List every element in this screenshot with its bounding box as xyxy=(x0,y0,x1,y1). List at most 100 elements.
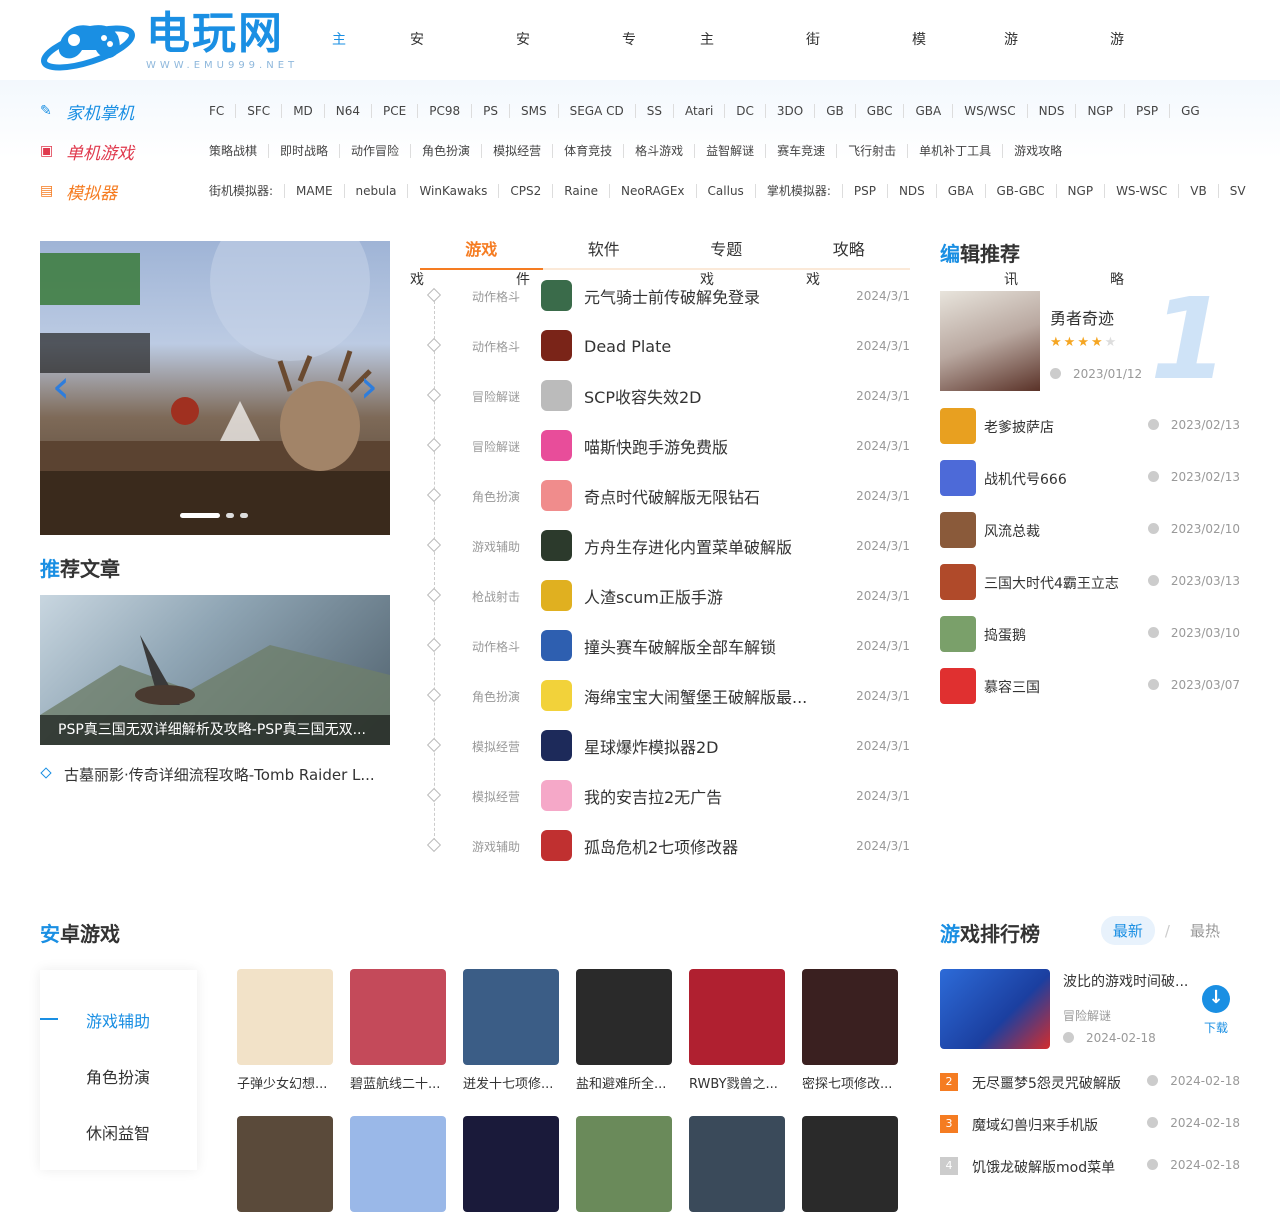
game-category[interactable]: 枪战射击 xyxy=(472,588,520,605)
nav-3[interactable]: 专题 xyxy=(622,0,636,128)
game-name[interactable]: 我的安吉拉2无广告 xyxy=(584,784,814,808)
ranking-item-name[interactable]: 饥饿龙破解版mod菜单 xyxy=(972,1157,1152,1177)
android-game-tile[interactable]: 子弹少女幻想... xyxy=(237,969,333,1092)
ranking-item-name[interactable]: 无尽噩梦5怨灵咒破解版 xyxy=(972,1073,1152,1093)
android-game-tile[interactable] xyxy=(689,1116,785,1212)
game-icon[interactable] xyxy=(541,280,572,311)
nav-6[interactable]: 模拟器 xyxy=(912,0,926,208)
slider-dot[interactable] xyxy=(240,513,248,518)
slider-dot[interactable] xyxy=(226,513,234,518)
nav-7[interactable]: 游戏资讯 xyxy=(1004,0,1018,288)
nav-8[interactable]: 游戏攻略 xyxy=(1110,0,1124,288)
category-link[interactable]: 飞行射击 xyxy=(837,144,909,158)
category-link[interactable]: DC xyxy=(725,104,766,118)
game-category[interactable]: 模拟经营 xyxy=(472,738,520,755)
tab-2[interactable]: 专题 xyxy=(665,232,788,268)
category-link[interactable]: 益智解谜 xyxy=(695,144,767,158)
game-category[interactable]: 模拟经营 xyxy=(472,788,520,805)
game-tile-name[interactable]: 盐和避难所全... xyxy=(576,1073,672,1092)
game-tile-name[interactable]: 子弹少女幻想... xyxy=(237,1073,333,1092)
category-link[interactable]: VB xyxy=(1179,184,1219,198)
editor-item[interactable]: 老爹披萨店 2023/02/13 xyxy=(940,408,1240,444)
tab-1[interactable]: 软件 xyxy=(543,232,666,268)
nav-2[interactable]: 安卓软件 xyxy=(516,0,530,288)
category-link[interactable]: WS-WSC xyxy=(1105,184,1180,198)
category-link[interactable]: NGP xyxy=(1057,184,1106,198)
game-tile-name[interactable]: 密探七项修改... xyxy=(802,1073,898,1092)
ranking-item[interactable]: 2 无尽噩梦5怨灵咒破解版 2024-02-18 xyxy=(940,1073,1240,1093)
android-game-tile[interactable] xyxy=(802,1116,898,1212)
banner-slider[interactable]: ‹ › xyxy=(40,241,390,535)
editor-item[interactable]: 风流总裁 2023/02/10 xyxy=(940,512,1240,548)
game-row[interactable]: 角色扮演 海绵宝宝大闹蟹堡王破解版最... 2024/3/1 xyxy=(420,671,910,721)
game-category[interactable]: 游戏辅助 xyxy=(472,838,520,855)
game-icon[interactable] xyxy=(541,630,572,661)
category-link[interactable]: 即时战略 xyxy=(269,144,341,158)
game-name[interactable]: 人渣scum正版手游 xyxy=(584,584,814,608)
game-category[interactable]: 游戏辅助 xyxy=(472,538,520,555)
category-link[interactable]: 动作冒险 xyxy=(340,144,412,158)
ranking-top-item[interactable]: 波比的游戏时间破... 冒险解谜 2024-02-18 ↓ 下载 xyxy=(940,969,1240,1049)
game-row[interactable]: 动作格斗 元气骑士前传破解免登录 2024/3/1 xyxy=(420,271,910,321)
game-category[interactable]: 动作格斗 xyxy=(472,338,520,355)
game-row[interactable]: 动作格斗 Dead Plate 2024/3/1 xyxy=(420,321,910,371)
category-link[interactable]: NGP xyxy=(1076,104,1125,118)
android-game-tile[interactable] xyxy=(237,1116,333,1212)
category-link[interactable]: WinKawaks xyxy=(408,184,500,198)
category-link[interactable]: FC xyxy=(198,104,237,118)
category-link[interactable]: PC98 xyxy=(418,104,473,118)
editor-item-name[interactable]: 风流总裁 xyxy=(984,521,1040,541)
android-category-item[interactable]: 角色扮演 xyxy=(86,1064,150,1088)
category-title[interactable]: 模拟器 xyxy=(66,179,198,204)
category-link[interactable]: 角色扮演 xyxy=(411,144,483,158)
game-icon[interactable] xyxy=(541,330,572,361)
game-name[interactable]: 奇点时代破解版无限钻石 xyxy=(584,484,814,508)
category-link[interactable]: Atari xyxy=(674,104,726,118)
android-game-tile[interactable]: RWBY戮兽之... xyxy=(689,969,785,1092)
category-link[interactable]: 格斗游戏 xyxy=(624,144,696,158)
ranking-item[interactable]: 4 饥饿龙破解版mod菜单 2024-02-18 xyxy=(940,1157,1240,1177)
category-link[interactable]: GB-GBC xyxy=(986,184,1057,198)
game-icon[interactable] xyxy=(541,680,572,711)
slider-dot[interactable] xyxy=(180,513,220,518)
game-category[interactable]: 冒险解谜 xyxy=(472,388,520,405)
category-link[interactable]: GBA xyxy=(904,104,954,118)
category-link[interactable]: 赛车竞速 xyxy=(766,144,838,158)
tab-3[interactable]: 攻略 xyxy=(788,232,911,268)
category-link[interactable]: 掌机模拟器: xyxy=(756,184,843,198)
game-icon[interactable] xyxy=(541,530,572,561)
game-row[interactable]: 游戏辅助 孤岛危机2七项修改器 2024/3/1 xyxy=(420,821,910,871)
game-tile-name[interactable]: RWBY戮兽之... xyxy=(689,1073,785,1092)
game-row[interactable]: 动作格斗 撞头赛车破解版全部车解锁 2024/3/1 xyxy=(420,621,910,671)
nav-4[interactable]: 主机游戏 xyxy=(700,0,714,288)
game-name[interactable]: 星球爆炸模拟器2D xyxy=(584,734,814,758)
category-link[interactable]: Raine xyxy=(553,184,610,198)
game-category[interactable]: 动作格斗 xyxy=(472,638,520,655)
category-link[interactable]: CPS2 xyxy=(499,184,554,198)
category-link[interactable]: PS xyxy=(472,104,510,118)
editor-item-name[interactable]: 慕容三国 xyxy=(984,677,1040,697)
category-link[interactable]: N64 xyxy=(325,104,373,118)
nav-1[interactable]: 安卓游戏 xyxy=(410,0,424,288)
android-game-tile[interactable]: 迸发十七项修... xyxy=(463,969,559,1092)
category-link[interactable]: 街机模拟器: xyxy=(198,184,286,198)
android-game-tile[interactable] xyxy=(350,1116,446,1212)
android-category-item[interactable]: 游戏辅助 xyxy=(86,1008,150,1032)
category-title[interactable]: 家机掌机 xyxy=(66,99,198,124)
slider-prev-button[interactable]: ‹ xyxy=(46,361,76,411)
category-link[interactable]: NDS xyxy=(888,184,937,198)
category-link[interactable]: GG xyxy=(1170,104,1211,118)
category-link[interactable]: SMS xyxy=(510,104,559,118)
category-link[interactable]: MD xyxy=(282,104,325,118)
category-link[interactable]: NeoRAGEx xyxy=(610,184,697,198)
android-game-tile[interactable]: 密探七项修改... xyxy=(802,969,898,1092)
nav-0[interactable]: 主页 xyxy=(332,0,346,128)
game-icon[interactable] xyxy=(541,730,572,761)
game-name[interactable]: SCP收容失效2D xyxy=(584,384,814,408)
category-link[interactable]: SFC xyxy=(236,104,283,118)
game-row[interactable]: 冒险解谜 喵斯快跑手游免费版 2024/3/1 xyxy=(420,421,910,471)
game-name[interactable]: 孤岛危机2七项修改器 xyxy=(584,834,814,858)
category-link[interactable]: PSP xyxy=(1125,104,1171,118)
game-tile-name[interactable]: 碧蓝航线二十... xyxy=(350,1073,446,1092)
category-link[interactable]: Callus xyxy=(697,184,756,198)
